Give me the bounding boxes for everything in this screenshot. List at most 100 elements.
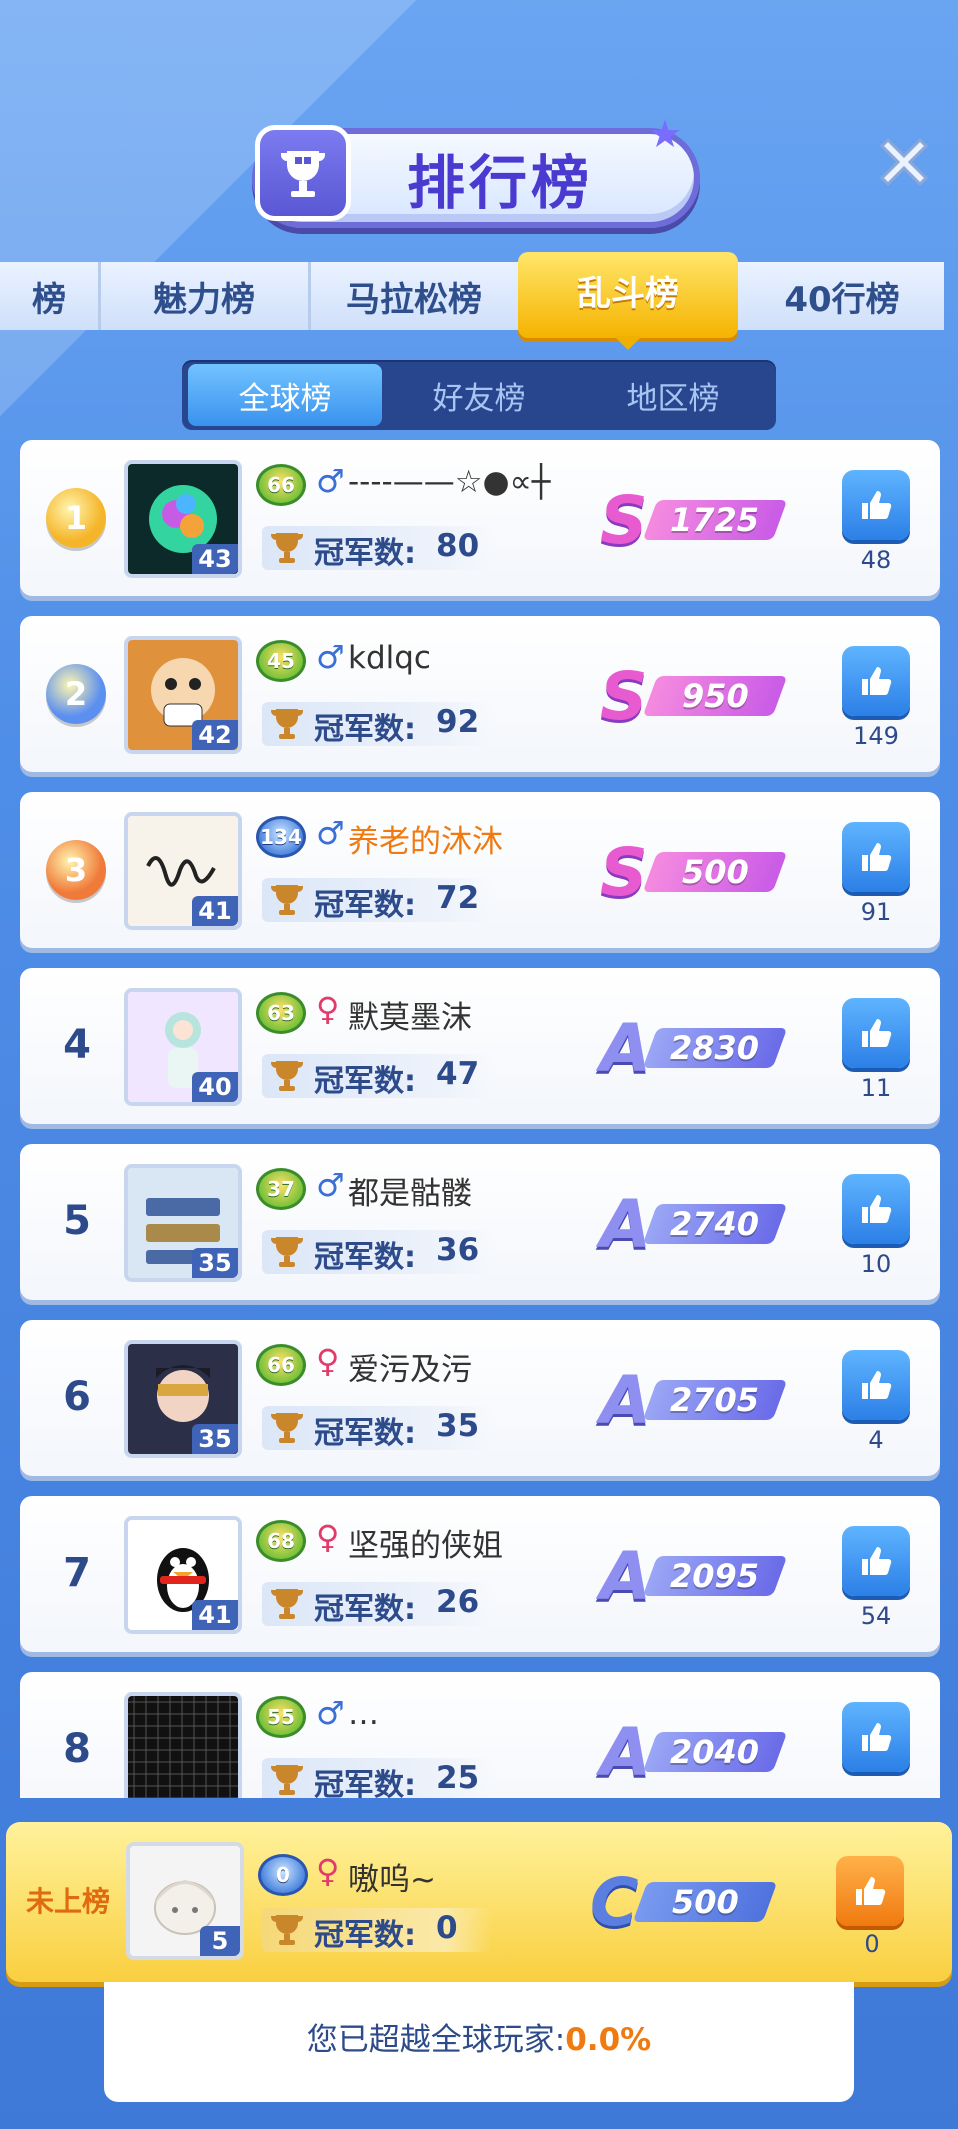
tab-40-lines[interactable]: 40行榜 [740,262,944,330]
subtab-friends[interactable]: 好友榜 [382,364,576,426]
like-button[interactable] [842,1702,910,1772]
tab-charm[interactable]: 魅力榜 [100,262,308,330]
my-avatar[interactable]: 5 [126,1842,244,1960]
like-button[interactable] [842,646,910,716]
champion-count: 0 [436,1910,458,1946]
grade-score: 500 [671,1883,739,1921]
grade-display: 2740 A [600,1186,790,1263]
grade-letter: A [600,1186,652,1263]
grade-display: 2705 A [600,1362,790,1439]
champion-count: 47 [436,1056,480,1092]
player-name: 养老的沐沐 [348,824,503,860]
my-player-name: 嗷呜~ [348,1862,436,1898]
grade-score: 950 [681,677,749,715]
rank-medal: 1 [46,488,106,548]
trophy-icon [255,125,351,221]
like-count: 54 [860,1602,892,1630]
grade-letter: A [600,1362,652,1439]
rank-number: 5 [63,1198,91,1244]
trophy-icon [268,1234,306,1270]
avatar-level: 40 [192,1072,238,1102]
player-avatar[interactable]: 40 [124,988,242,1106]
level-badge: 66 [256,1344,306,1386]
player-avatar[interactable]: 42 [124,636,242,754]
champion-count: 25 [436,1760,480,1796]
grade-score: 2740 [670,1205,760,1243]
grade-display: 1725 S [600,482,790,559]
grade-letter: C [590,1864,639,1941]
thumbs-up-icon [862,491,892,519]
gender-female-icon: ♀ [316,1342,340,1380]
trophy-icon [268,706,306,742]
grade-score: 2040 [670,1733,760,1771]
tab-brawl[interactable]: 乱斗榜 [518,256,738,324]
grade-letter: A [600,1714,652,1791]
subtab-region[interactable]: 地区榜 [576,364,770,426]
player-name: 爱污及污 [348,1352,472,1388]
like-button[interactable] [842,1350,910,1420]
grade-letter: S [600,834,648,911]
like-button[interactable] [842,1174,910,1244]
player-avatar[interactable]: 41 [124,812,242,930]
rank-number: 3 [64,851,88,889]
avatar-level: 5 [200,1926,240,1956]
level-badge: 134 [256,816,306,858]
player-avatar[interactable] [124,1692,242,1798]
level-badge: 68 [256,1520,306,1562]
like-count: 11 [860,1074,892,1102]
trophy-icon [268,1058,306,1094]
grade-score: 2830 [670,1029,760,1067]
player-avatar[interactable]: 35 [124,1340,242,1458]
like-count: 91 [860,898,892,926]
like-button[interactable] [842,998,910,1068]
like-button[interactable] [842,822,910,892]
champion-label: 冠军数: [314,888,416,923]
thumbs-up-icon [862,1371,892,1399]
rank-number: 1 [64,499,88,537]
star-icon: ★ [648,112,683,156]
player-name: ----——☆●∝┼ [348,464,551,500]
player-avatar[interactable]: 43 [124,460,242,578]
champion-count: 26 [436,1584,480,1620]
grade-score: 2095 [670,1557,760,1595]
level-badge: 0 [258,1854,308,1896]
my-like-button[interactable] [836,1856,904,1926]
grade-display: 950 S [600,658,790,735]
player-name: 默莫墨沫 [348,1000,472,1036]
trophy-icon [268,530,306,566]
ranking-list[interactable]: 1 43 66 ♂ ----——☆●∝┼ 冠军数: 80 1725 S 48 2… [0,440,958,1798]
avatar-level: 35 [192,1248,238,1278]
rank-medal: 2 [46,664,106,724]
gender-male-icon: ♂ [316,638,345,676]
player-avatar[interactable]: 35 [124,1164,242,1282]
champion-label: 冠军数: [314,1064,416,1099]
avatar-level: 41 [192,896,238,926]
grade-score: 500 [681,853,749,891]
level-badge: 45 [256,640,306,682]
avatar-level: 42 [192,720,238,750]
champion-label: 冠军数: [314,712,416,747]
like-button[interactable] [842,1526,910,1596]
gender-male-icon: ♂ [316,462,345,500]
rank-number: 7 [63,1550,91,1596]
champion-count: 92 [436,704,480,740]
champion-label: 冠军数: [314,1592,416,1627]
player-avatar[interactable]: 41 [124,1516,242,1634]
grid-icon [128,1696,238,1798]
subtab-global[interactable]: 全球榜 [188,364,382,426]
gender-female-icon: ♀ [316,1852,340,1890]
like-button[interactable] [842,470,910,540]
rank-number: 2 [64,675,88,713]
champion-count: 35 [436,1408,480,1444]
gender-male-icon: ♂ [316,814,345,852]
avatar-level: 41 [192,1600,238,1630]
trophy-icon [268,1410,306,1446]
tab-marathon[interactable]: 马拉松榜 [310,262,518,330]
tab-partial[interactable]: 榜 [0,262,98,330]
trophy-icon [268,1912,306,1948]
trophy-icon [268,882,306,918]
active-tab-pointer [614,336,642,350]
champion-label: 冠军数: [314,536,416,571]
close-icon[interactable] [872,130,936,194]
champion-label: 冠军数: [314,1416,416,1451]
